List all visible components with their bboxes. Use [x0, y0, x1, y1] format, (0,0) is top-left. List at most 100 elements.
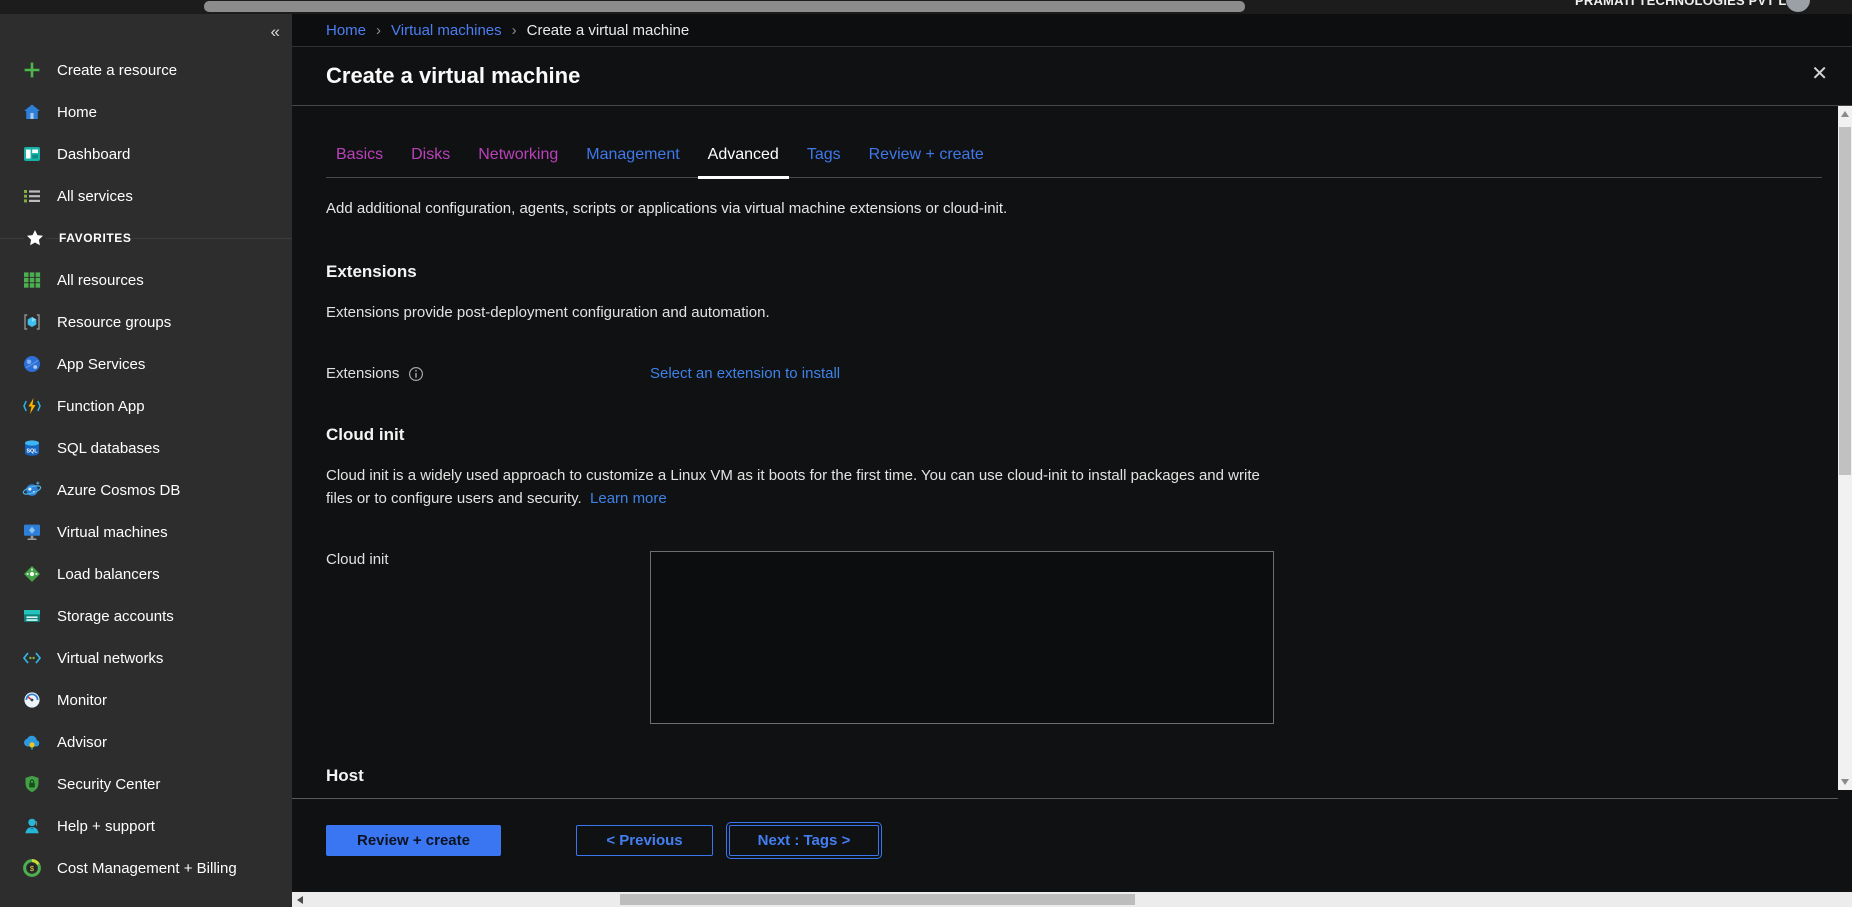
sidebar-item-virtual-machines[interactable]: Virtual machines — [0, 511, 292, 553]
list-icon — [21, 186, 43, 206]
review-create-button[interactable]: Review + create — [326, 825, 501, 856]
vm-monitor-icon — [21, 522, 43, 542]
sidebar-item-dashboard[interactable]: Dashboard — [0, 133, 292, 175]
previous-button[interactable]: < Previous — [576, 825, 713, 856]
sidebar-item-storage-accounts[interactable]: Storage accounts — [0, 595, 292, 637]
main-content: Basics Disks Networking Management Advan… — [292, 106, 1838, 798]
angle-brackets-icon — [21, 648, 43, 668]
sidebar-item-azure-cosmos-db[interactable]: Azure Cosmos DB — [0, 469, 292, 511]
learn-more-link[interactable]: Learn more — [590, 490, 667, 507]
globe-icon — [21, 354, 43, 374]
tab-advanced[interactable]: Advanced — [698, 140, 789, 177]
top-scrollbar-thumb[interactable] — [204, 1, 1245, 12]
avatar[interactable] — [1786, 0, 1810, 12]
sidebar-item-label: Monitor — [57, 692, 107, 709]
tab-management[interactable]: Management — [576, 140, 689, 177]
cloud-init-heading: Cloud init — [326, 425, 1838, 445]
content-panel: Home › Virtual machines › Create a virtu… — [292, 14, 1852, 907]
shield-icon — [21, 774, 43, 794]
sidebar-item-home[interactable]: Home — [0, 91, 292, 133]
breadcrumb-separator-icon: › — [512, 22, 517, 39]
cube-brackets-icon — [21, 312, 43, 332]
sidebar-item-virtual-networks[interactable]: Virtual networks — [0, 637, 292, 679]
sidebar-item-label: App Services — [57, 356, 145, 373]
horizontal-scrollbar[interactable] — [292, 892, 1852, 907]
extensions-field-label-group: Extensions — [326, 365, 650, 383]
sidebar-item-label: Home — [57, 104, 97, 121]
tab-bar: Basics Disks Networking Management Advan… — [326, 140, 1822, 178]
breadcrumb-separator-icon: › — [376, 22, 381, 39]
sidebar-item-label: SQL databases — [57, 440, 160, 457]
cloud-init-field-row: Cloud init — [326, 551, 1838, 724]
next-tags-button[interactable]: Next : Tags > — [729, 825, 879, 856]
sidebar-item-label: Dashboard — [57, 146, 130, 163]
person-icon — [21, 816, 43, 836]
grid-icon — [21, 270, 43, 290]
sidebar-item-cost-management-billing[interactable]: $ Cost Management + Billing — [0, 847, 292, 889]
sidebar: « Create a resource Home Dashboard All s… — [0, 14, 292, 907]
sidebar-item-help-support[interactable]: Help + support — [0, 805, 292, 847]
sidebar-item-resource-groups[interactable]: Resource groups — [0, 301, 292, 343]
scroll-down-icon[interactable] — [1841, 779, 1849, 785]
extensions-heading: Extensions — [326, 262, 1838, 282]
tab-review-create[interactable]: Review + create — [859, 140, 994, 177]
sidebar-item-app-services[interactable]: App Services — [0, 343, 292, 385]
breadcrumb: Home › Virtual machines › Create a virtu… — [292, 14, 1852, 47]
cloud-init-description-text: Cloud init is a widely used approach to … — [326, 467, 1260, 507]
sidebar-item-label: Security Center — [57, 776, 160, 793]
breadcrumb-current: Create a virtual machine — [527, 22, 690, 39]
scroll-up-icon[interactable] — [1841, 111, 1849, 117]
sidebar-item-load-balancers[interactable]: Load balancers — [0, 553, 292, 595]
select-extension-link[interactable]: Select an extension to install — [650, 365, 840, 383]
host-heading: Host — [326, 766, 1838, 786]
cloud-init-textarea[interactable] — [650, 551, 1274, 724]
cloud-init-description: Cloud init is a widely used approach to … — [326, 464, 1271, 510]
sidebar-favorites-header: FAVORITES — [0, 217, 292, 259]
wizard-footer: Review + create < Previous Next : Tags > — [292, 798, 1838, 892]
sidebar-item-all-resources[interactable]: All resources — [0, 259, 292, 301]
page-title: Create a virtual machine — [326, 63, 580, 89]
cloud-init-field-label: Cloud init — [326, 551, 389, 569]
tab-networking[interactable]: Networking — [468, 140, 568, 177]
sidebar-item-label: Function App — [57, 398, 145, 415]
vertical-scrollbar-thumb[interactable] — [1839, 127, 1851, 475]
tab-tags[interactable]: Tags — [797, 140, 851, 177]
sidebar-item-label: Help + support — [57, 818, 155, 835]
cloud-icon — [21, 732, 43, 752]
favorites-label: FAVORITES — [59, 231, 132, 245]
sidebar-item-function-app[interactable]: Function App — [0, 385, 292, 427]
tenant-label[interactable]: PRAMATI TECHNOLOGIES PVT L... — [1575, 0, 1798, 8]
tab-basics[interactable]: Basics — [326, 140, 393, 177]
sidebar-item-label: Advisor — [57, 734, 107, 751]
info-icon[interactable] — [408, 366, 424, 382]
close-icon[interactable]: ✕ — [1811, 64, 1828, 84]
storage-icon — [21, 606, 43, 626]
sidebar-item-label: All resources — [57, 272, 144, 289]
home-icon — [21, 102, 43, 122]
tab-disks[interactable]: Disks — [401, 140, 460, 177]
scroll-left-icon[interactable] — [297, 896, 303, 904]
sidebar-collapse-icon[interactable]: « — [271, 22, 280, 42]
dollar-ring-icon: $ — [21, 858, 43, 878]
sidebar-item-sql-databases[interactable]: SQL SQL databases — [0, 427, 292, 469]
sidebar-item-security-center[interactable]: Security Center — [0, 763, 292, 805]
sidebar-nav: Create a resource Home Dashboard All ser… — [0, 14, 292, 889]
planet-icon — [21, 480, 43, 500]
vertical-scrollbar[interactable] — [1838, 106, 1852, 790]
sidebar-item-monitor[interactable]: Monitor — [0, 679, 292, 721]
extensions-field-row: Extensions Select an extension to instal… — [326, 365, 1838, 383]
horizontal-scrollbar-thumb[interactable] — [620, 894, 1135, 905]
gauge-icon — [21, 690, 43, 710]
breadcrumb-virtual-machines-link[interactable]: Virtual machines — [391, 22, 502, 39]
sidebar-item-label: Storage accounts — [57, 608, 174, 625]
sidebar-item-label: Resource groups — [57, 314, 171, 331]
sidebar-item-advisor[interactable]: Advisor — [0, 721, 292, 763]
diamond-icon — [21, 564, 43, 584]
sidebar-item-label: Virtual machines — [57, 524, 168, 541]
lightning-icon — [21, 396, 43, 416]
page-header: Create a virtual machine ✕ — [292, 47, 1852, 106]
sidebar-item-label: Virtual networks — [57, 650, 163, 667]
sidebar-item-create-a-resource[interactable]: Create a resource — [0, 49, 292, 91]
breadcrumb-home-link[interactable]: Home — [326, 22, 366, 39]
sidebar-item-all-services[interactable]: All services — [0, 175, 292, 217]
